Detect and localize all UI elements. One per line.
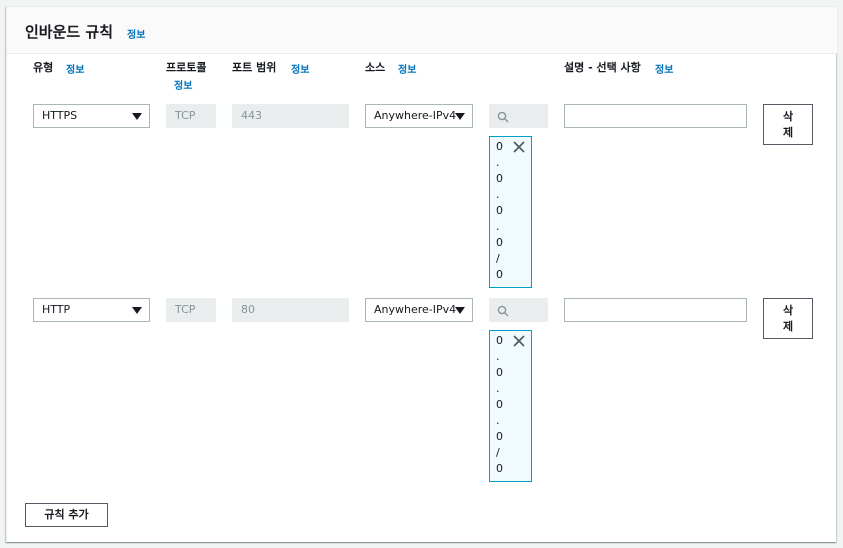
caret-down-icon <box>455 113 465 120</box>
cidr-char: 0 <box>496 398 503 411</box>
cidr-token-text: 0 . 0 . 0 . 0 / 0 <box>496 333 508 477</box>
close-icon[interactable] <box>513 141 525 153</box>
source-info-link[interactable]: 정보 <box>398 61 416 76</box>
inbound-rules-panel: 인바운드 규칙 정보 유형 정보 프로토콜 정보 포트 범위 정보 소스 정보 … <box>6 6 837 542</box>
type-select[interactable]: HTTP <box>33 298 150 322</box>
type-info-link[interactable]: 정보 <box>66 61 84 76</box>
protocol-field: TCP <box>166 298 216 322</box>
description-input[interactable] <box>564 104 747 128</box>
type-select[interactable]: HTTPS <box>33 104 150 128</box>
cidr-char: 0 <box>496 204 503 217</box>
close-icon[interactable] <box>513 335 525 347</box>
delete-rule-button[interactable]: 삭 제 <box>763 298 813 339</box>
search-icon <box>497 305 509 317</box>
port-range-field: 80 <box>232 298 349 322</box>
port-range-info-link[interactable]: 정보 <box>291 61 309 76</box>
cidr-char: . <box>496 350 500 363</box>
type-select-value: HTTP <box>42 303 71 316</box>
panel-header: 인바운드 규칙 정보 <box>7 7 837 54</box>
column-description-label: 설명 - 선택 사항 <box>564 61 641 74</box>
description-info-link[interactable]: 정보 <box>655 61 673 76</box>
cidr-char: 0 <box>496 430 503 443</box>
panel-title: 인바운드 규칙 <box>25 23 114 41</box>
cidr-token: 0 . 0 . 0 . 0 / 0 <box>489 136 532 288</box>
cidr-char: . <box>496 188 500 201</box>
add-rule-button[interactable]: 규칙 추가 <box>25 503 108 527</box>
delete-label-line: 제 <box>782 126 794 139</box>
delete-label-line: 삭 <box>782 110 794 123</box>
cidr-token-text: 0 . 0 . 0 . 0 / 0 <box>496 139 508 283</box>
caret-down-icon <box>132 307 142 314</box>
column-protocol-label: 프로토콜 <box>166 61 207 74</box>
source-select-value: Anywhere-IPv4 <box>374 303 457 316</box>
caret-down-icon <box>455 307 465 314</box>
cidr-char: . <box>496 414 500 427</box>
description-input[interactable] <box>564 298 747 322</box>
source-select-value: Anywhere-IPv4 <box>374 109 457 122</box>
source-select[interactable]: Anywhere-IPv4 <box>365 298 473 322</box>
cidr-char: 0 <box>496 462 503 475</box>
cidr-char: 0 <box>496 334 503 347</box>
port-range-field: 443 <box>232 104 349 128</box>
cidr-search-input[interactable] <box>489 298 548 322</box>
column-source-label: 소스 <box>365 61 386 74</box>
delete-rule-button[interactable]: 삭 제 <box>763 104 813 145</box>
delete-label-line: 삭 <box>782 304 794 317</box>
caret-down-icon <box>132 113 142 120</box>
cidr-char: 0 <box>496 366 503 379</box>
protocol-info-link[interactable]: 정보 <box>174 77 192 92</box>
protocol-field: TCP <box>166 104 216 128</box>
cidr-char: 0 <box>496 172 503 185</box>
cidr-char: / <box>496 446 500 459</box>
cidr-search-input[interactable] <box>489 104 548 128</box>
cidr-char: . <box>496 220 500 233</box>
cidr-char: . <box>496 382 500 395</box>
cidr-char: 0 <box>496 140 503 153</box>
column-type-label: 유형 <box>33 61 54 74</box>
cidr-char: 0 <box>496 236 503 249</box>
delete-label-line: 제 <box>782 320 794 333</box>
cidr-char: . <box>496 156 500 169</box>
cidr-char: 0 <box>496 268 503 281</box>
source-select[interactable]: Anywhere-IPv4 <box>365 104 473 128</box>
type-select-value: HTTPS <box>42 109 78 122</box>
column-port-range-label: 포트 범위 <box>232 61 277 74</box>
cidr-char: / <box>496 252 500 265</box>
search-icon <box>497 111 509 123</box>
cidr-token: 0 . 0 . 0 . 0 / 0 <box>489 330 532 482</box>
header-info-link[interactable]: 정보 <box>127 26 145 41</box>
